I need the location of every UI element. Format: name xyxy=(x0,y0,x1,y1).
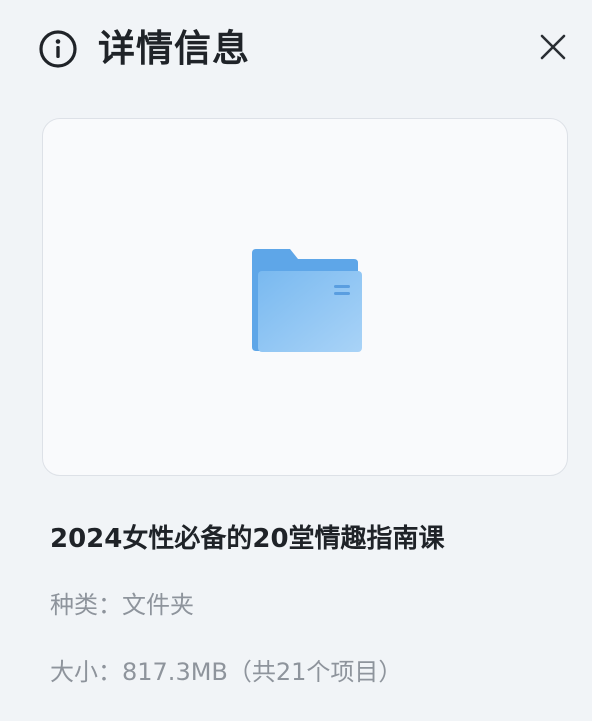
file-size-row: 大小：817.3MB（共21个项目） xyxy=(50,654,402,690)
file-type-label: 种类： xyxy=(50,591,122,619)
file-size-value: 817.3MB（共21个项目） xyxy=(122,658,403,686)
file-name: 2024女性必备的20堂情趣指南课 xyxy=(50,524,445,554)
file-type-value: 文件夹 xyxy=(122,591,194,619)
details-panel: 详情信息 2024女性必备的20堂情趣指南课 种类：文件夹 大小：817.3MB… xyxy=(0,0,592,721)
file-type-row: 种类：文件夹 xyxy=(50,587,194,623)
close-icon xyxy=(540,34,566,60)
preview-card xyxy=(42,118,568,476)
info-circle-icon xyxy=(38,29,78,69)
panel-title: 详情信息 xyxy=(98,27,250,70)
panel-header: 详情信息 xyxy=(38,26,250,72)
file-size-label: 大小： xyxy=(50,658,122,686)
folder-icon xyxy=(250,247,364,353)
close-button[interactable] xyxy=(536,30,570,64)
